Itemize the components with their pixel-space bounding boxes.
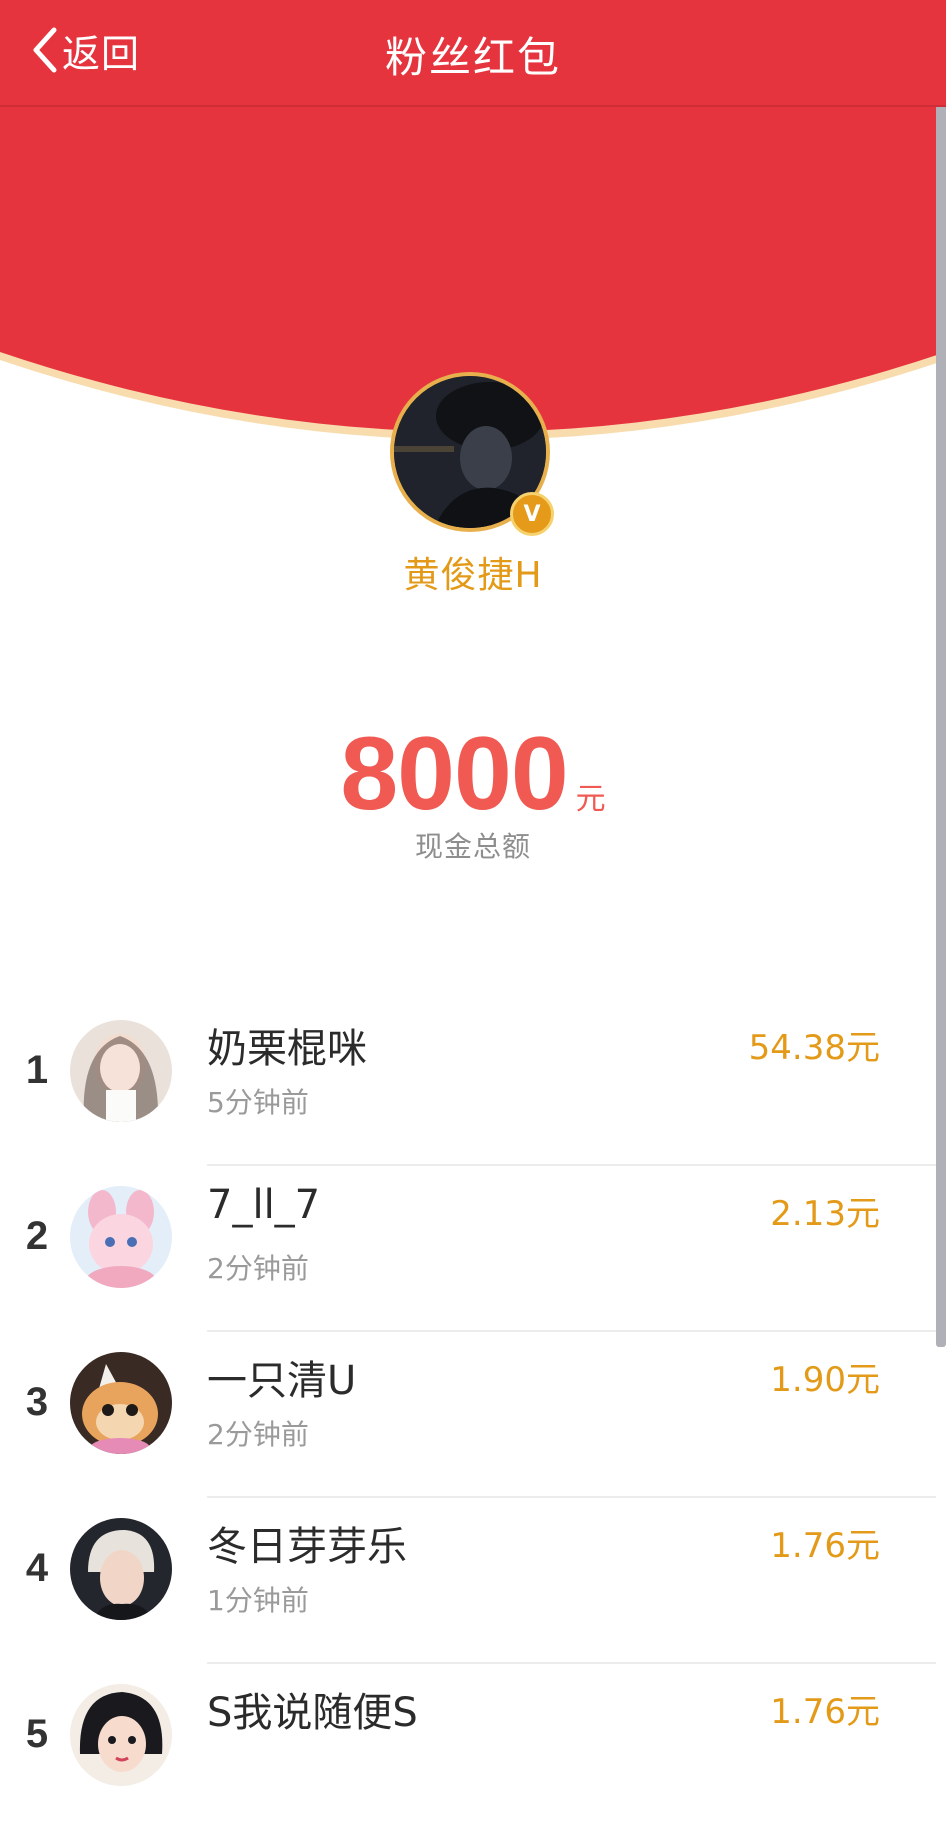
rank-number: 4 — [25, 1546, 49, 1590]
rank-number: 5 — [25, 1712, 49, 1756]
rank-number: 1 — [25, 1048, 49, 1092]
rank-number: 3 — [25, 1380, 49, 1424]
recipient-list: 1 奶栗棍咪 5分钟前 54.38元 2 7_ll_7 2分钟前 2.13元 3… — [0, 1000, 946, 1830]
recipient-name: 一只清U — [207, 1358, 357, 1404]
avatar — [70, 1684, 172, 1786]
page-title: 粉丝红包 — [384, 33, 561, 82]
total-amount-unit: 元 — [575, 782, 606, 817]
recipient-amount: 1.90元 — [770, 1360, 880, 1400]
total-amount-value: 8000 — [340, 716, 568, 832]
recipient-time: 5分钟前 — [207, 1086, 309, 1119]
top-navbar: 返回 粉丝红包 — [0, 0, 946, 107]
avatar-image — [70, 1684, 172, 1786]
avatar-image — [70, 1518, 172, 1620]
rank-number: 2 — [25, 1214, 49, 1258]
total-amount: 8000 元 — [0, 715, 946, 832]
verified-badge-icon: V — [510, 492, 554, 536]
recipient-name: 冬日芽芽乐 — [207, 1524, 407, 1570]
list-item[interactable]: 3 一只清U 2分钟前 1.90元 — [0, 1332, 946, 1498]
avatar — [70, 1352, 172, 1454]
avatar — [70, 1518, 172, 1620]
recipient-amount: 54.38元 — [748, 1028, 880, 1068]
list-item[interactable]: 1 奶栗棍咪 5分钟前 54.38元 — [0, 1000, 946, 1166]
recipient-time: 2分钟前 — [207, 1252, 309, 1285]
list-item[interactable]: 5 S我说随便S 1.76元 — [0, 1664, 946, 1830]
avatar — [70, 1186, 172, 1288]
total-amount-label: 现金总额 — [414, 830, 531, 863]
sender-name[interactable]: 黄俊捷H — [0, 546, 946, 598]
recipient-time: 1分钟前 — [207, 1584, 309, 1617]
recipient-time: 2分钟前 — [207, 1418, 309, 1451]
avatar-image — [70, 1352, 172, 1454]
recipient-name: 7_ll_7 — [207, 1182, 321, 1228]
recipient-name: 奶栗棍咪 — [207, 1026, 367, 1072]
list-item[interactable]: 2 7_ll_7 2分钟前 2.13元 — [0, 1166, 946, 1332]
avatar-image — [70, 1020, 172, 1122]
avatar-image — [70, 1186, 172, 1288]
list-item[interactable]: 4 冬日芽芽乐 1分钟前 1.76元 — [0, 1498, 946, 1664]
recipient-amount: 2.13元 — [770, 1194, 880, 1234]
verified-mark: V — [523, 501, 541, 527]
recipient-name: S我说随便S — [207, 1690, 418, 1736]
recipient-amount: 1.76元 — [770, 1692, 880, 1732]
avatar — [70, 1020, 172, 1122]
recipient-amount: 1.76元 — [770, 1526, 880, 1566]
